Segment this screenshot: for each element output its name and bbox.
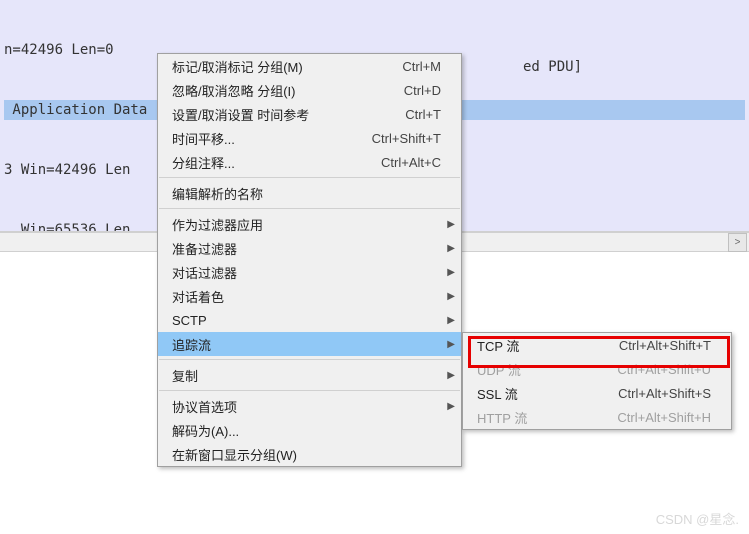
menu-item-label: 编辑解析的名称: [172, 184, 441, 203]
menu-item-shortcut: Ctrl+Alt+Shift+H: [617, 410, 711, 425]
context-menu-item[interactable]: 标记/取消标记 分组(M) Ctrl+M: [158, 54, 461, 78]
menu-item-label: 对话过滤器: [172, 263, 441, 282]
menu-item-label: 对话着色: [172, 287, 441, 306]
context-menu-item[interactable]: 分组注释... Ctrl+Alt+C: [158, 150, 461, 174]
submenu-arrow-icon: ▶: [447, 267, 455, 278]
context-menu-item[interactable]: 编辑解析的名称: [158, 181, 461, 205]
menu-item-label: 追踪流: [172, 335, 441, 354]
packet-fragment-text: ed PDU]: [523, 59, 582, 75]
menu-item-label: 作为过滤器应用: [172, 215, 441, 234]
menu-item-shortcut: Ctrl+Alt+Shift+U: [617, 362, 711, 377]
context-menu-item[interactable]: 作为过滤器应用 ▶: [158, 212, 461, 236]
scroll-right-button[interactable]: >: [728, 233, 747, 252]
menu-item-shortcut: Ctrl+M: [402, 59, 441, 74]
context-menu-item[interactable]: 设置/取消设置 时间参考 Ctrl+T: [158, 102, 461, 126]
watermark: CSDN @星念.: [656, 509, 739, 528]
menu-item-label: HTTP 流: [477, 408, 587, 427]
menu-separator: [159, 390, 460, 391]
menu-item-shortcut: Ctrl+Alt+C: [381, 155, 441, 170]
submenu-arrow-icon: ▶: [447, 370, 455, 381]
submenu-arrow-icon: ▶: [447, 315, 455, 326]
context-menu-item[interactable]: 对话过滤器 ▶: [158, 260, 461, 284]
follow-stream-item[interactable]: SSL 流 Ctrl+Alt+Shift+S: [463, 381, 731, 405]
context-menu-item[interactable]: 解码为(A)...: [158, 418, 461, 442]
context-menu-item[interactable]: 协议首选项 ▶: [158, 394, 461, 418]
context-menu-item[interactable]: SCTP ▶: [158, 308, 461, 332]
menu-item-shortcut: Ctrl+Shift+T: [372, 131, 441, 146]
menu-item-label: 标记/取消标记 分组(M): [172, 57, 372, 76]
menu-item-label: 分组注释...: [172, 153, 351, 172]
menu-item-label: 协议首选项: [172, 397, 441, 416]
context-menu-item[interactable]: 追踪流 ▶: [158, 332, 461, 356]
context-menu-item[interactable]: 准备过滤器 ▶: [158, 236, 461, 260]
menu-item-label: 准备过滤器: [172, 239, 441, 258]
menu-separator: [159, 177, 460, 178]
follow-stream-item: UDP 流 Ctrl+Alt+Shift+U: [463, 357, 731, 381]
context-menu-item[interactable]: 复制 ▶: [158, 363, 461, 387]
context-menu[interactable]: 标记/取消标记 分组(M) Ctrl+M 忽略/取消忽略 分组(I) Ctrl+D 设置…: [157, 53, 462, 467]
menu-item-label: SSL 流: [477, 384, 588, 403]
submenu-arrow-icon: ▶: [447, 401, 455, 412]
menu-item-shortcut: Ctrl+T: [405, 107, 441, 122]
menu-item-label: 复制: [172, 366, 441, 385]
menu-item-label: 在新窗口显示分组(W): [172, 445, 441, 464]
menu-item-shortcut: Ctrl+D: [404, 83, 441, 98]
menu-item-label: TCP 流: [477, 336, 589, 355]
context-menu-item[interactable]: 忽略/取消忽略 分组(I) Ctrl+D: [158, 78, 461, 102]
follow-stream-submenu[interactable]: TCP 流 Ctrl+Alt+Shift+T UDP 流 Ctrl+Alt+Shift…: [462, 332, 732, 430]
menu-item-shortcut: Ctrl+Alt+Shift+T: [619, 338, 711, 353]
submenu-arrow-icon: ▶: [447, 339, 455, 350]
submenu-arrow-icon: ▶: [447, 291, 455, 302]
menu-item-label: UDP 流: [477, 360, 587, 379]
menu-item-label: 设置/取消设置 时间参考: [172, 105, 375, 124]
menu-item-label: SCTP: [172, 313, 441, 328]
follow-stream-item[interactable]: TCP 流 Ctrl+Alt+Shift+T: [463, 333, 731, 357]
menu-item-label: 忽略/取消忽略 分组(I): [172, 81, 374, 100]
context-menu-item[interactable]: 时间平移... Ctrl+Shift+T: [158, 126, 461, 150]
submenu-arrow-icon: ▶: [447, 243, 455, 254]
menu-separator: [159, 208, 460, 209]
menu-item-label: 解码为(A)...: [172, 421, 441, 440]
menu-separator: [159, 359, 460, 360]
follow-stream-item: HTTP 流 Ctrl+Alt+Shift+H: [463, 405, 731, 429]
context-menu-item[interactable]: 在新窗口显示分组(W): [158, 442, 461, 466]
menu-item-label: 时间平移...: [172, 129, 342, 148]
submenu-arrow-icon: ▶: [447, 219, 455, 230]
menu-item-shortcut: Ctrl+Alt+Shift+S: [618, 386, 711, 401]
context-menu-item[interactable]: 对话着色 ▶: [158, 284, 461, 308]
